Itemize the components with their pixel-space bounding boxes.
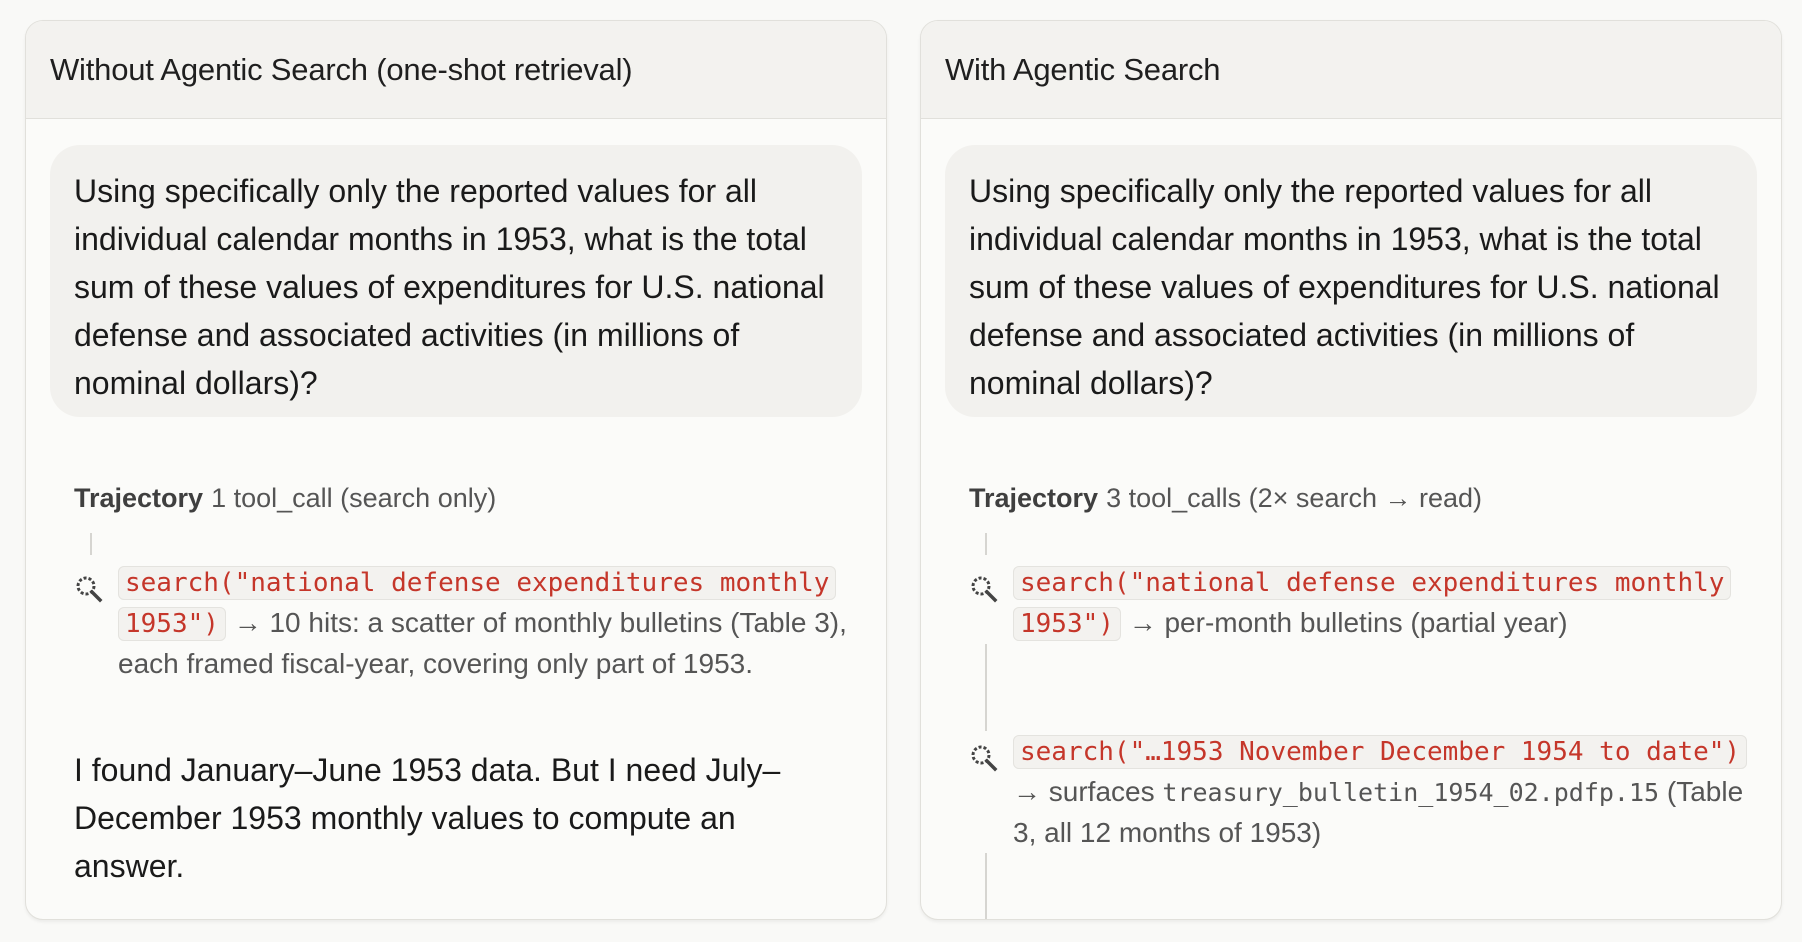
- assistant-answer: I found January–June 1953 data. But I ne…: [74, 752, 781, 884]
- trajectory-summary: 1 tool_call (search only): [211, 483, 497, 513]
- panel-title: With Agentic Search: [921, 21, 1781, 119]
- result-filename: treasury_bulletin_1954_02.pdfp.15: [1162, 778, 1660, 807]
- search-icon: [76, 576, 103, 603]
- trajectory-header: Trajectory 1 tool_call (search only): [74, 483, 496, 514]
- trajectory-step: search("national defense expenditures mo…: [969, 562, 1749, 644]
- panel-title: Without Agentic Search (one-shot retriev…: [26, 21, 886, 119]
- question-bubble: Using specifically only the reported val…: [50, 145, 862, 417]
- trajectory-connector: [90, 533, 92, 555]
- trajectory-label: Trajectory: [969, 483, 1099, 513]
- left-panel: Without Agentic Search (one-shot retriev…: [25, 20, 887, 920]
- trajectory-label: Trajectory: [74, 483, 204, 513]
- right-panel: With Agentic Search Using specifically o…: [920, 20, 1782, 920]
- trajectory-step: search("…1953 November December 1954 to …: [969, 731, 1749, 853]
- question-bubble: Using specifically only the reported val…: [945, 145, 1757, 417]
- trajectory-summary: 3 tool_calls (2× search → read): [1106, 483, 1483, 513]
- search-icon: [969, 743, 999, 773]
- tool-call-code: search("…1953 November December 1954 to …: [1013, 735, 1748, 769]
- trajectory-step: search("national defense expenditures mo…: [74, 562, 854, 684]
- tool-call-result: → per-month bulletins (partial year): [1128, 607, 1568, 638]
- search-icon: [969, 574, 999, 604]
- tool-call-result: → 10 hits: a scatter of monthly bulletin…: [118, 607, 847, 679]
- trajectory-connector: [985, 533, 987, 555]
- tool-call-result: → surfaces: [1013, 776, 1155, 807]
- trajectory-header: Trajectory 3 tool_calls (2× search → read…: [969, 483, 1482, 514]
